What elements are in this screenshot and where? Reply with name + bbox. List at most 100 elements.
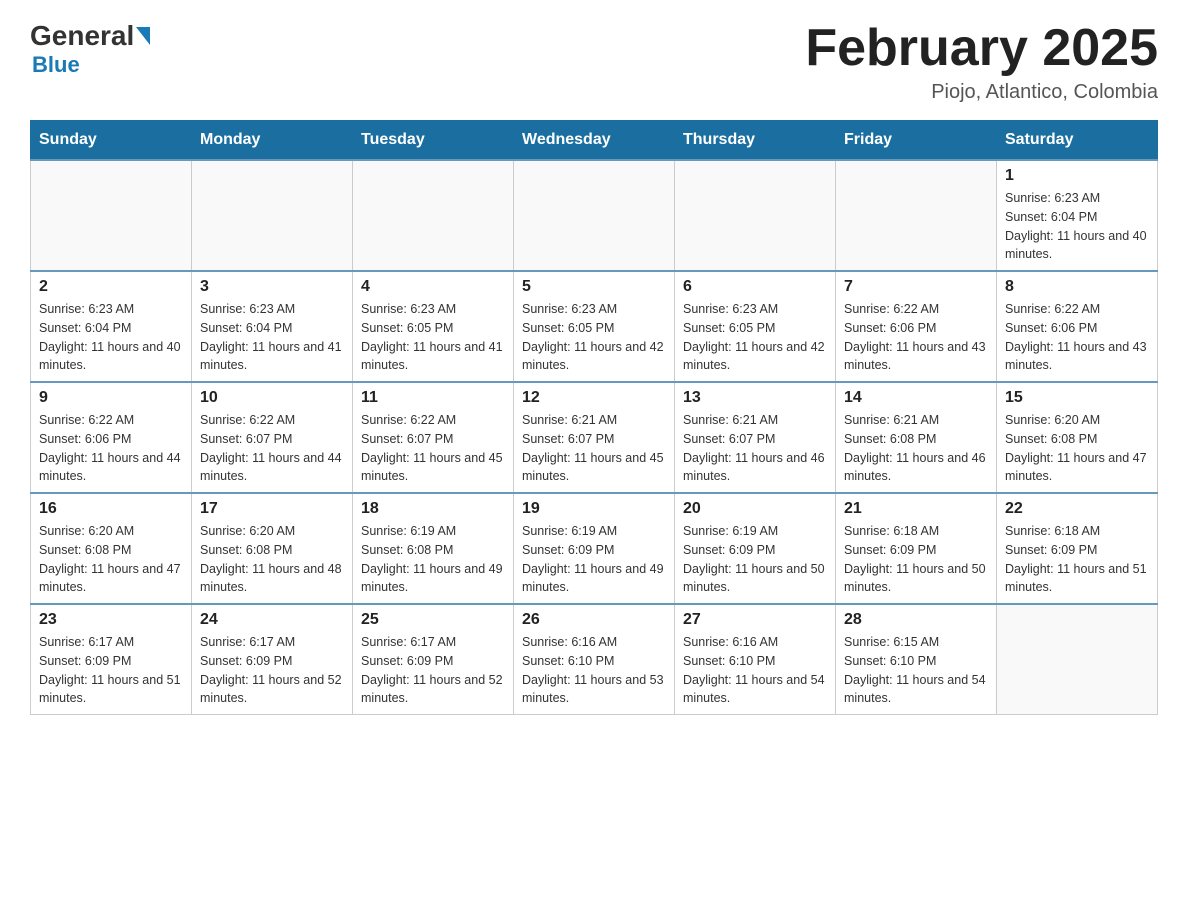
day-info: Sunrise: 6:23 AMSunset: 6:04 PMDaylight:… [200, 300, 344, 375]
day-cell [997, 604, 1158, 715]
day-number: 6 [683, 278, 827, 296]
day-number: 3 [200, 278, 344, 296]
day-cell: 21 Sunrise: 6:18 AMSunset: 6:09 PMDayligh… [836, 493, 997, 604]
day-info: Sunrise: 6:22 AMSunset: 6:07 PMDaylight:… [200, 411, 344, 486]
day-info: Sunrise: 6:22 AMSunset: 6:06 PMDaylight:… [844, 300, 988, 375]
logo-general: General [30, 20, 134, 52]
day-cell [836, 160, 997, 271]
day-info: Sunrise: 6:17 AMSunset: 6:09 PMDaylight:… [361, 633, 505, 708]
day-cell: 18 Sunrise: 6:19 AMSunset: 6:08 PMDayligh… [353, 493, 514, 604]
header-cell-sunday: Sunday [31, 121, 192, 161]
day-cell: 25 Sunrise: 6:17 AMSunset: 6:09 PMDayligh… [353, 604, 514, 715]
day-info: Sunrise: 6:23 AMSunset: 6:05 PMDaylight:… [683, 300, 827, 375]
day-cell: 7 Sunrise: 6:22 AMSunset: 6:06 PMDaylight… [836, 271, 997, 382]
calendar-table: SundayMondayTuesdayWednesdayThursdayFrid… [30, 120, 1158, 715]
day-cell [675, 160, 836, 271]
day-cell: 1Sunrise: 6:23 AMSunset: 6:04 PMDaylight… [997, 160, 1158, 271]
day-cell [192, 160, 353, 271]
day-cell: 2 Sunrise: 6:23 AMSunset: 6:04 PMDaylight… [31, 271, 192, 382]
day-info: Sunrise: 6:22 AMSunset: 6:07 PMDaylight:… [361, 411, 505, 486]
day-number: 1 [1005, 167, 1149, 185]
day-number: 16 [39, 500, 183, 518]
day-number: 4 [361, 278, 505, 296]
day-cell [514, 160, 675, 271]
month-title: February 2025 [805, 20, 1158, 77]
day-info: Sunrise: 6:19 AMSunset: 6:09 PMDaylight:… [522, 522, 666, 597]
day-number: 28 [844, 611, 988, 629]
header-row: SundayMondayTuesdayWednesdayThursdayFrid… [31, 121, 1158, 161]
day-number: 9 [39, 389, 183, 407]
day-number: 18 [361, 500, 505, 518]
day-number: 10 [200, 389, 344, 407]
page-header: General Blue February 2025 Piojo, Atlant… [30, 20, 1158, 104]
day-cell: 19 Sunrise: 6:19 AMSunset: 6:09 PMDayligh… [514, 493, 675, 604]
day-info: Sunrise: 6:18 AMSunset: 6:09 PMDaylight:… [844, 522, 988, 597]
logo-subtitle: Blue [32, 52, 152, 78]
day-number: 22 [1005, 500, 1149, 518]
day-cell [31, 160, 192, 271]
day-info: Sunrise: 6:21 AMSunset: 6:07 PMDaylight:… [522, 411, 666, 486]
day-cell: 26 Sunrise: 6:16 AMSunset: 6:10 PMDayligh… [514, 604, 675, 715]
day-number: 17 [200, 500, 344, 518]
day-cell: 10 Sunrise: 6:22 AMSunset: 6:07 PMDayligh… [192, 382, 353, 493]
header-cell-friday: Friday [836, 121, 997, 161]
day-info: Sunrise: 6:16 AMSunset: 6:10 PMDaylight:… [522, 633, 666, 708]
day-number: 15 [1005, 389, 1149, 407]
week-row-1: 1Sunrise: 6:23 AMSunset: 6:04 PMDaylight… [31, 160, 1158, 271]
day-cell: 6 Sunrise: 6:23 AMSunset: 6:05 PMDaylight… [675, 271, 836, 382]
title-section: February 2025 Piojo, Atlantico, Colombia [805, 20, 1158, 104]
day-cell: 16 Sunrise: 6:20 AMSunset: 6:08 PMDayligh… [31, 493, 192, 604]
header-cell-thursday: Thursday [675, 121, 836, 161]
day-number: 2 [39, 278, 183, 296]
day-cell: 13Sunrise: 6:21 AMSunset: 6:07 PMDayligh… [675, 382, 836, 493]
day-cell: 12Sunrise: 6:21 AMSunset: 6:07 PMDayligh… [514, 382, 675, 493]
week-row-5: 23Sunrise: 6:17 AMSunset: 6:09 PMDayligh… [31, 604, 1158, 715]
day-cell: 5 Sunrise: 6:23 AMSunset: 6:05 PMDaylight… [514, 271, 675, 382]
day-cell: 23Sunrise: 6:17 AMSunset: 6:09 PMDayligh… [31, 604, 192, 715]
week-row-4: 16 Sunrise: 6:20 AMSunset: 6:08 PMDayligh… [31, 493, 1158, 604]
day-info: Sunrise: 6:19 AMSunset: 6:08 PMDaylight:… [361, 522, 505, 597]
header-cell-tuesday: Tuesday [353, 121, 514, 161]
day-number: 24 [200, 611, 344, 629]
day-number: 13 [683, 389, 827, 407]
day-info: Sunrise: 6:23 AMSunset: 6:05 PMDaylight:… [361, 300, 505, 375]
day-cell: 4 Sunrise: 6:23 AMSunset: 6:05 PMDaylight… [353, 271, 514, 382]
day-number: 14 [844, 389, 988, 407]
day-cell: 24 Sunrise: 6:17 AMSunset: 6:09 PMDayligh… [192, 604, 353, 715]
day-number: 19 [522, 500, 666, 518]
day-cell: 11Sunrise: 6:22 AMSunset: 6:07 PMDayligh… [353, 382, 514, 493]
day-number: 20 [683, 500, 827, 518]
day-number: 25 [361, 611, 505, 629]
day-cell: 20Sunrise: 6:19 AMSunset: 6:09 PMDayligh… [675, 493, 836, 604]
calendar-header: SundayMondayTuesdayWednesdayThursdayFrid… [31, 121, 1158, 161]
day-cell [353, 160, 514, 271]
day-cell: 22 Sunrise: 6:18 AMSunset: 6:09 PMDayligh… [997, 493, 1158, 604]
day-info: Sunrise: 6:17 AMSunset: 6:09 PMDaylight:… [200, 633, 344, 708]
day-info: Sunrise: 6:23 AMSunset: 6:05 PMDaylight:… [522, 300, 666, 375]
day-number: 8 [1005, 278, 1149, 296]
day-number: 5 [522, 278, 666, 296]
calendar-body: 1 Sunrise: 6:23 AMSunset: 6:04 PMDaylight… [31, 160, 1158, 715]
logo-arrow-icon [136, 27, 150, 45]
header-cell-saturday: Saturday [997, 121, 1158, 161]
logo: General Blue [30, 20, 152, 78]
day-info: Sunrise: 6:20 AMSunset: 6:08 PMDaylight:… [39, 522, 183, 597]
day-cell: 14 Sunrise: 6:21 AMSunset: 6:08 PMDayligh… [836, 382, 997, 493]
day-info: Sunrise: 6:17 AMSunset: 6:09 PMDaylight:… [39, 633, 183, 708]
day-info: Sunrise: 6:20 AMSunset: 6:08 PMDaylight:… [200, 522, 344, 597]
day-info: Sunrise: 6:18 AMSunset: 6:09 PMDaylight:… [1005, 522, 1149, 597]
day-number: 7 [844, 278, 988, 296]
day-number: 21 [844, 500, 988, 518]
logo-text: General [30, 20, 152, 52]
location: Piojo, Atlantico, Colombia [805, 81, 1158, 104]
day-number: 26 [522, 611, 666, 629]
week-row-2: 2 Sunrise: 6:23 AMSunset: 6:04 PMDaylight… [31, 271, 1158, 382]
header-cell-wednesday: Wednesday [514, 121, 675, 161]
day-info: Sunrise: 6:22 AMSunset: 6:06 PMDaylight:… [1005, 300, 1149, 375]
day-cell: 15Sunrise: 6:20 AMSunset: 6:08 PMDayligh… [997, 382, 1158, 493]
day-info: Sunrise: 6:21 AMSunset: 6:08 PMDaylight:… [844, 411, 988, 486]
day-info: Sunrise: 6:22 AMSunset: 6:06 PMDaylight:… [39, 411, 183, 486]
day-info: Sunrise: 6:16 AMSunset: 6:10 PMDaylight:… [683, 633, 827, 708]
day-cell: 3 Sunrise: 6:23 AMSunset: 6:04 PMDaylight… [192, 271, 353, 382]
day-info: Sunrise: 6:23 AMSunset: 6:04 PMDaylight:… [39, 300, 183, 375]
